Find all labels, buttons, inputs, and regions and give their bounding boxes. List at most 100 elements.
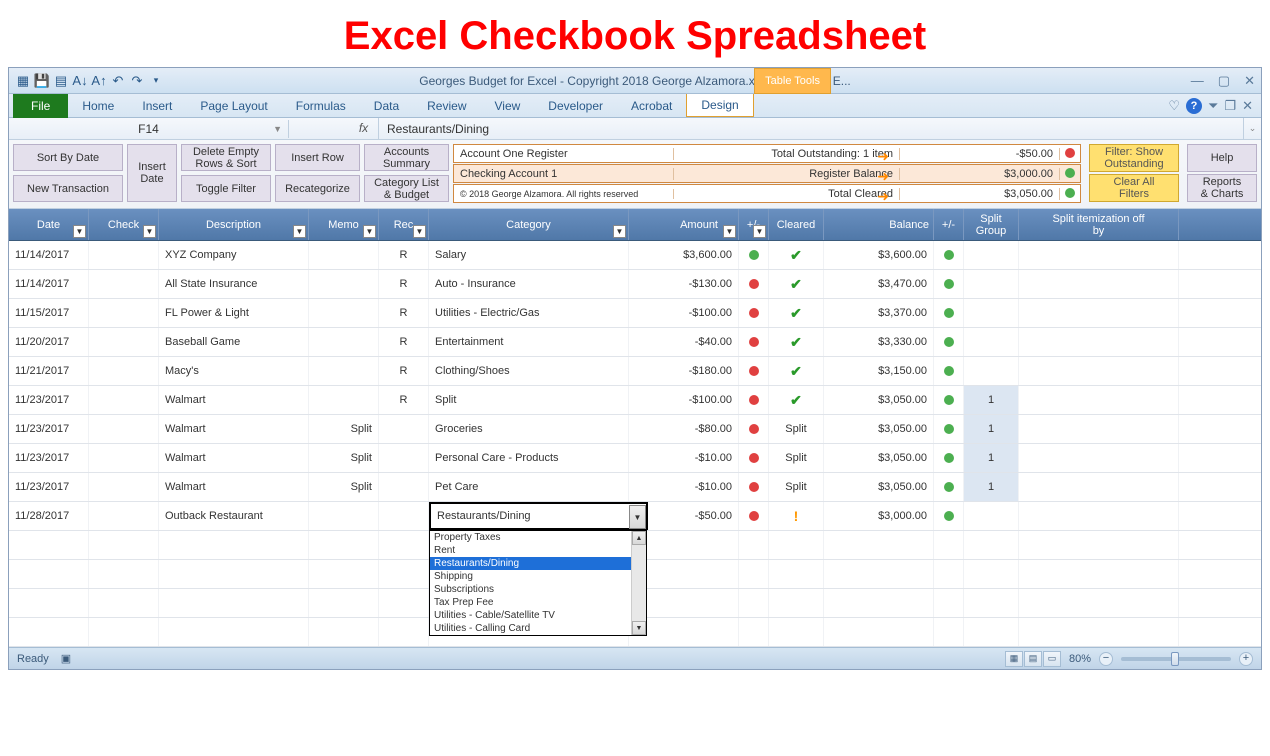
- dropdown-item[interactable]: Restaurants/Dining: [430, 557, 646, 570]
- cell-balance-dot[interactable]: [934, 299, 964, 327]
- qat-more-icon[interactable]: ▾: [148, 73, 164, 89]
- zoom-out-icon[interactable]: −: [1099, 652, 1113, 666]
- redo-icon[interactable]: ↷: [129, 73, 145, 89]
- cell-date[interactable]: 11/23/2017: [9, 386, 89, 414]
- cell-balance-dot[interactable]: [934, 415, 964, 443]
- cell-check[interactable]: [89, 415, 159, 443]
- cell-amount[interactable]: -$180.00: [629, 357, 739, 385]
- cell-amount-dot[interactable]: [739, 241, 769, 269]
- cell-description[interactable]: Walmart: [159, 473, 309, 501]
- cell-category[interactable]: Entertainment: [429, 328, 629, 356]
- delete-empty-rows-button[interactable]: Delete Empty Rows & Sort: [181, 144, 271, 171]
- cell-split-item[interactable]: [1019, 444, 1179, 472]
- cell-memo[interactable]: [309, 299, 379, 327]
- dropdown-item[interactable]: Shipping: [430, 570, 646, 583]
- cell-amount[interactable]: $3,600.00: [629, 241, 739, 269]
- cell-check[interactable]: [89, 386, 159, 414]
- table-row[interactable]: 11/23/2017WalmartSplitGroceries-$80.00Sp…: [9, 415, 1261, 444]
- cell-rec[interactable]: R: [379, 357, 429, 385]
- accounts-summary-button[interactable]: Accounts Summary: [364, 144, 449, 171]
- cell-category[interactable]: Utilities - Electric/Gas: [429, 299, 629, 327]
- cell-amount-dot[interactable]: [739, 299, 769, 327]
- tab-formulas[interactable]: Formulas: [282, 95, 360, 117]
- formula-bar-input[interactable]: Restaurants/Dining: [379, 120, 1243, 138]
- col-pm1[interactable]: +/-▼: [739, 209, 769, 240]
- col-category[interactable]: Category▼: [429, 209, 629, 240]
- cell-amount-dot[interactable]: [739, 444, 769, 472]
- cell-split-item[interactable]: [1019, 386, 1179, 414]
- cell-memo[interactable]: Split: [309, 473, 379, 501]
- col-balance[interactable]: Balance: [824, 209, 934, 240]
- tab-data[interactable]: Data: [360, 95, 413, 117]
- cell-balance-dot[interactable]: [934, 328, 964, 356]
- cell-split-group[interactable]: 1: [964, 473, 1019, 501]
- dropdown-item[interactable]: Utilities - Cable/Satellite TV: [430, 609, 646, 622]
- dropdown-item[interactable]: Rent: [430, 544, 646, 557]
- cell-memo[interactable]: Split: [309, 444, 379, 472]
- cell-rec[interactable]: R: [379, 328, 429, 356]
- scroll-up-icon[interactable]: ▲: [632, 531, 646, 545]
- tab-insert[interactable]: Insert: [128, 95, 186, 117]
- tab-review[interactable]: Review: [413, 95, 480, 117]
- table-row[interactable]: 11/21/2017Macy'sRClothing/Shoes-$180.00✔…: [9, 357, 1261, 386]
- cell-rec[interactable]: [379, 502, 429, 530]
- cell-date[interactable]: 11/20/2017: [9, 328, 89, 356]
- close-workbook-icon[interactable]: ✕: [1242, 98, 1253, 114]
- dropdown-scrollbar[interactable]: ▲▼: [631, 531, 646, 635]
- cell-amount-dot[interactable]: [739, 328, 769, 356]
- col-date[interactable]: Date▼: [9, 209, 89, 240]
- cell-rec[interactable]: R: [379, 241, 429, 269]
- fx-icon[interactable]: fx: [349, 118, 379, 139]
- col-rec[interactable]: Rec▼: [379, 209, 429, 240]
- dropdown-item[interactable]: Tax Prep Fee: [430, 596, 646, 609]
- tab-developer[interactable]: Developer: [534, 95, 617, 117]
- table-row[interactable]: 11/14/2017XYZ CompanyRSalary$3,600.00✔$3…: [9, 241, 1261, 270]
- cell-split-group[interactable]: [964, 299, 1019, 327]
- minimize-icon[interactable]: —: [1191, 73, 1204, 89]
- cell-split-item[interactable]: [1019, 502, 1179, 530]
- normal-view-icon[interactable]: ▦: [1005, 651, 1023, 667]
- cell-amount-dot[interactable]: [739, 270, 769, 298]
- cell-split-group[interactable]: 1: [964, 444, 1019, 472]
- cell-check[interactable]: [89, 502, 159, 530]
- cell-rec[interactable]: R: [379, 270, 429, 298]
- insert-date-button[interactable]: Insert Date: [127, 144, 177, 202]
- cell-balance[interactable]: $3,000.00: [824, 502, 934, 530]
- scroll-down-icon[interactable]: ▼: [632, 621, 646, 635]
- cell-description[interactable]: Walmart: [159, 415, 309, 443]
- cell-split-item[interactable]: [1019, 299, 1179, 327]
- col-amount[interactable]: Amount▼: [629, 209, 739, 240]
- cell-check[interactable]: [89, 328, 159, 356]
- namebox-dropdown-icon[interactable]: ▼: [273, 124, 282, 134]
- cell-description[interactable]: Walmart: [159, 386, 309, 414]
- filter-dropdown-icon[interactable]: ▼: [753, 225, 766, 238]
- cell-amount[interactable]: -$130.00: [629, 270, 739, 298]
- cell-balance[interactable]: $3,370.00: [824, 299, 934, 327]
- cell-balance-dot[interactable]: [934, 357, 964, 385]
- table-row[interactable]: 11/23/2017WalmartSplitPet Care-$10.00Spl…: [9, 473, 1261, 502]
- cell-check[interactable]: [89, 357, 159, 385]
- cell-split-item[interactable]: [1019, 241, 1179, 269]
- col-description[interactable]: Description▼: [159, 209, 309, 240]
- cell-balance[interactable]: $3,050.00: [824, 386, 934, 414]
- cell-split-group[interactable]: [964, 502, 1019, 530]
- cell-amount-dot[interactable]: [739, 357, 769, 385]
- cell-rec[interactable]: R: [379, 386, 429, 414]
- cell-description[interactable]: FL Power & Light: [159, 299, 309, 327]
- cell-description[interactable]: Outback Restaurant: [159, 502, 309, 530]
- cell-amount[interactable]: -$10.00: [629, 473, 739, 501]
- cell-balance[interactable]: $3,050.00: [824, 444, 934, 472]
- cell-memo[interactable]: [309, 502, 379, 530]
- table-row[interactable]: 11/28/2017Outback RestaurantRestaurants/…: [9, 502, 1261, 531]
- col-cleared[interactable]: Cleared: [769, 209, 824, 240]
- cell-description[interactable]: XYZ Company: [159, 241, 309, 269]
- cell-memo[interactable]: [309, 270, 379, 298]
- cell-rec[interactable]: [379, 444, 429, 472]
- cell-cleared[interactable]: !: [769, 502, 824, 530]
- tab-design[interactable]: Design: [686, 94, 753, 117]
- cell-category[interactable]: Personal Care - Products: [429, 444, 629, 472]
- cell-description[interactable]: Walmart: [159, 444, 309, 472]
- cell-date[interactable]: 11/23/2017: [9, 415, 89, 443]
- cell-cleared[interactable]: Split: [769, 444, 824, 472]
- cell-memo[interactable]: [309, 386, 379, 414]
